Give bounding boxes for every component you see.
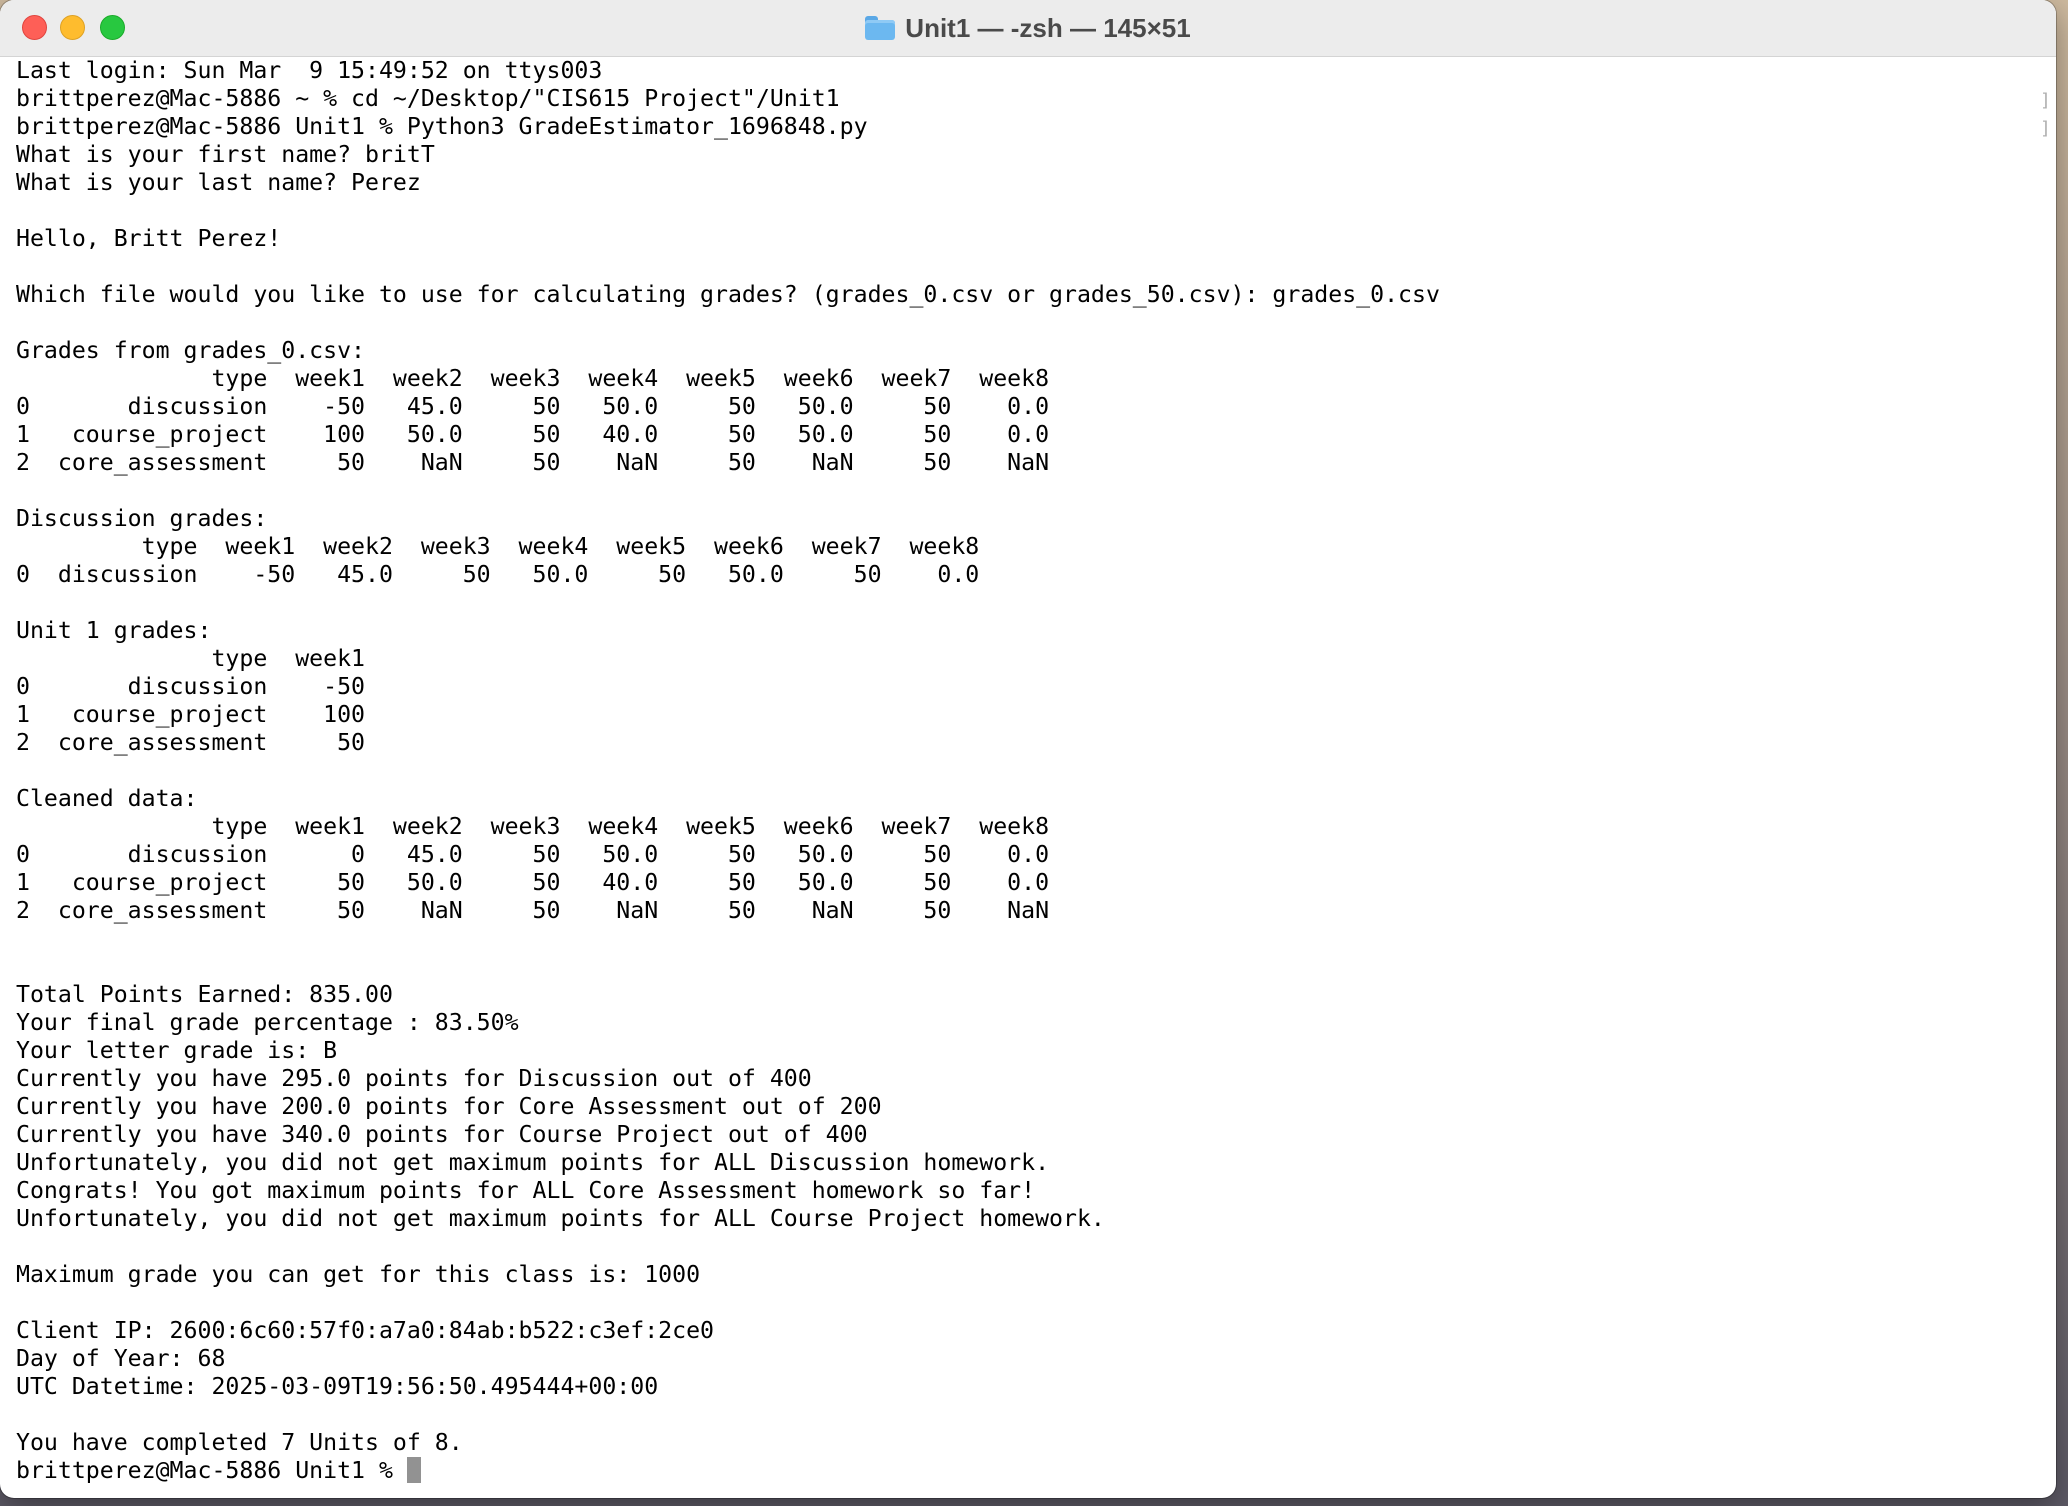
terminal-line: Last login: Sun Mar 9 15:49:52 on ttys00…	[16, 57, 603, 84]
terminal-line: Which file would you like to use for cal…	[16, 281, 1440, 308]
terminal-output[interactable]: Last login: Sun Mar 9 15:49:52 on ttys00…	[16, 57, 2046, 1487]
terminal-line: 2 core_assessment 50 NaN 50 NaN 50 NaN 5…	[16, 449, 1050, 476]
terminal-line: Unfortunately, you did not get maximum p…	[16, 1205, 1105, 1232]
terminal-line: 0 discussion -50 45.0 50 50.0 50 50.0 50…	[16, 561, 980, 588]
terminal-line: type week1 week2 week3 week4 week5 week6…	[16, 813, 1050, 840]
terminal-line: 0 discussion -50	[16, 673, 366, 700]
prompt-line[interactable]: brittperez@Mac-5886 Unit1 %	[16, 1457, 2046, 1485]
terminal-line: type week1 week2 week3 week4 week5 week6…	[16, 533, 980, 560]
terminal-line: 2 core_assessment 50	[16, 729, 366, 756]
terminal-line: Your letter grade is: B	[16, 1037, 338, 1064]
shell-prompt: brittperez@Mac-5886 Unit1 %	[16, 1457, 407, 1484]
terminal-line: Discussion grades:	[16, 505, 268, 532]
line-marker: ]	[2040, 118, 2051, 139]
terminal-line: type week1	[16, 645, 366, 672]
terminal-line: You have completed 7 Units of 8.	[16, 1429, 463, 1456]
terminal-line: Day of Year: 68	[16, 1345, 226, 1372]
terminal-line: What is your first name? britT	[16, 141, 435, 168]
terminal-line: brittperez@Mac-5886 ~ % cd ~/Desktop/"CI…	[16, 85, 840, 112]
window-title-text: Unit1 — -zsh — 145×51	[905, 12, 1191, 43]
terminal-line: UTC Datetime: 2025-03-09T19:56:50.495444…	[16, 1373, 659, 1400]
terminal-line: Congrats! You got maximum points for ALL…	[16, 1177, 1036, 1204]
terminal-line: Unit 1 grades:	[16, 617, 212, 644]
terminal-line: Maximum grade you can get for this class…	[16, 1261, 701, 1288]
terminal-line: Your final grade percentage : 83.50%	[16, 1009, 519, 1036]
text-cursor	[406, 1457, 421, 1483]
terminal-line: Hello, Britt Perez!	[16, 225, 282, 252]
terminal-line: 0 discussion 0 45.0 50 50.0 50 50.0 50 0…	[16, 841, 1050, 868]
terminal-line: 1 course_project 100 50.0 50 40.0 50 50.…	[16, 421, 1050, 448]
folder-icon	[865, 16, 896, 40]
terminal-line: 1 course_project 50 50.0 50 40.0 50 50.0…	[16, 869, 1050, 896]
terminal-line: Client IP: 2600:6c60:57f0:a7a0:84ab:b522…	[16, 1317, 715, 1344]
terminal-line: Currently you have 200.0 points for Core…	[16, 1093, 882, 1120]
terminal-line: Total Points Earned: 835.00	[16, 981, 393, 1008]
terminal-line: 0 discussion -50 45.0 50 50.0 50 50.0 50…	[16, 393, 1050, 420]
terminal-line: Currently you have 295.0 points for Disc…	[16, 1065, 812, 1092]
terminal-window[interactable]: Unit1 — -zsh — 145×51 Last login: Sun Ma…	[0, 0, 2056, 1498]
terminal-line: type week1 week2 week3 week4 week5 week6…	[16, 365, 1050, 392]
terminal-line: What is your last name? Perez	[16, 169, 421, 196]
terminal-line: 1 course_project 100	[16, 701, 366, 728]
terminal-line: brittperez@Mac-5886 Unit1 % Python3 Grad…	[16, 113, 868, 140]
terminal-line: Currently you have 340.0 points for Cour…	[16, 1121, 868, 1148]
terminal-line: 2 core_assessment 50 NaN 50 NaN 50 NaN 5…	[16, 897, 1050, 924]
window-title: Unit1 — -zsh — 145×51	[0, 0, 2056, 56]
terminal-line: Cleaned data:	[16, 785, 198, 812]
terminal-line: Unfortunately, you did not get maximum p…	[16, 1149, 1050, 1176]
title-bar[interactable]: Unit1 — -zsh — 145×51	[0, 0, 2056, 57]
line-marker: ]	[2040, 90, 2051, 111]
terminal-line: Grades from grades_0.csv:	[16, 337, 366, 364]
